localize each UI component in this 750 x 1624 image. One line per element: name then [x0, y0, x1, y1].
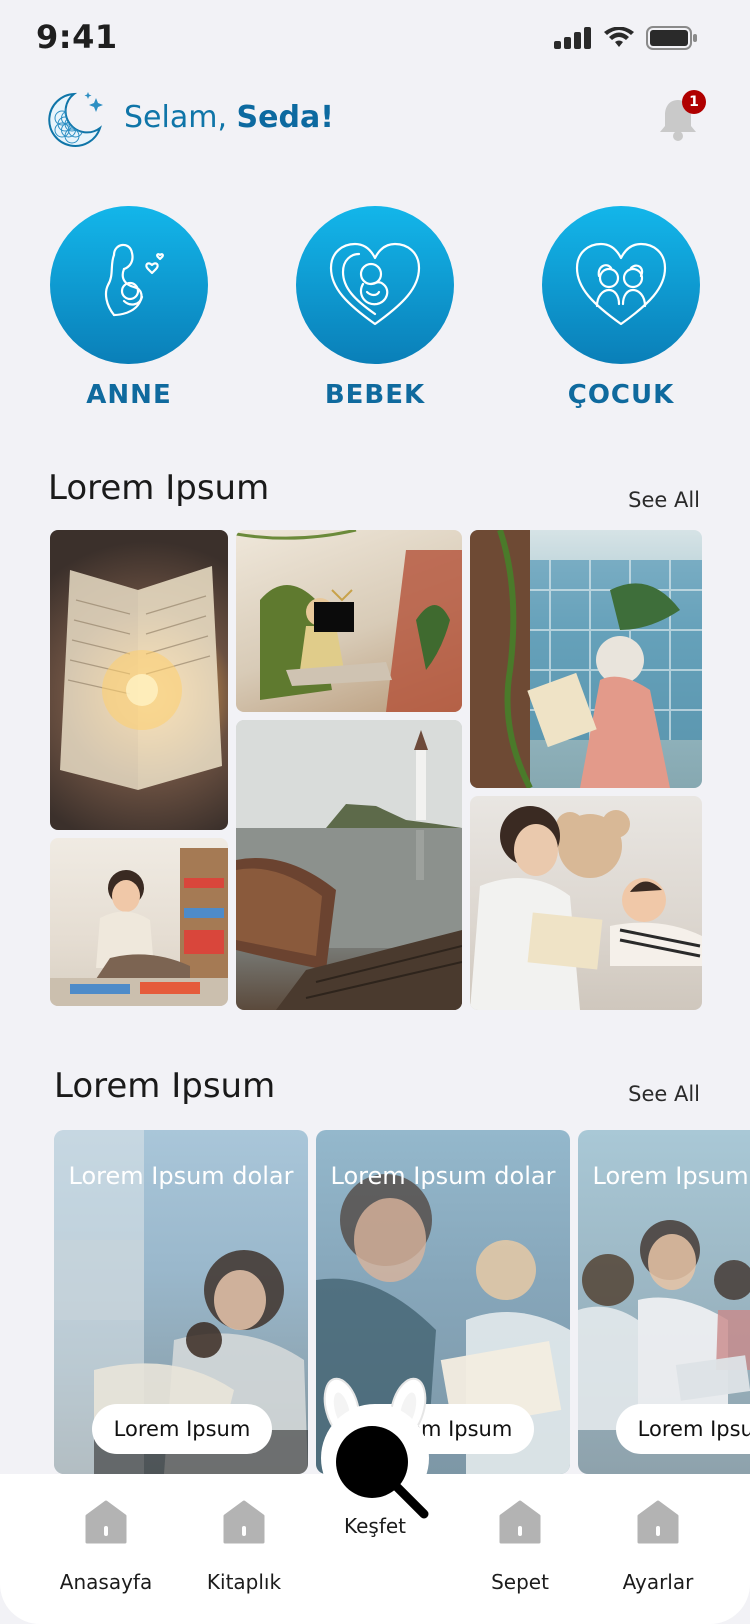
- photo-book-lights[interactable]: [50, 530, 228, 830]
- tab-label: Kitaplık: [206, 1570, 282, 1594]
- category-cocuk[interactable]: ÇOCUK: [542, 206, 700, 410]
- category-anne[interactable]: ANNE: [50, 206, 208, 410]
- photo-toddler-books[interactable]: [50, 838, 228, 1006]
- category-label: BEBEK: [324, 380, 426, 410]
- card-button[interactable]: Lorem Ipsum: [92, 1404, 272, 1454]
- tab-label: Sepet: [491, 1570, 549, 1594]
- card-caption: Lorem Ipsum dolar: [592, 1162, 750, 1190]
- photo-illustration: [470, 806, 702, 1010]
- section1-see-all-link[interactable]: See All: [628, 488, 700, 512]
- tab-kitaplik[interactable]: Kitaplık: [184, 1500, 304, 1594]
- children-heart-icon: [575, 242, 667, 326]
- tab-label: Ayarlar: [622, 1570, 694, 1594]
- photo-illustration: [470, 530, 702, 788]
- bunny-search-icon: [321, 1377, 429, 1519]
- photo-mother-son[interactable]: [470, 796, 702, 1010]
- notification-button[interactable]: 1: [658, 90, 706, 142]
- section1-title: Lorem Ipsum: [48, 468, 270, 508]
- app-screen: 9:41 Selam, Seda! 1 ANNE BEBEK ÇOCUK Lor…: [0, 0, 750, 1624]
- tab-label: Anasayfa: [59, 1570, 153, 1594]
- photo-illustration: [236, 720, 462, 1010]
- user-name: Seda!: [236, 100, 334, 135]
- baby-heart-icon: [329, 242, 421, 326]
- signal-icon: [554, 27, 591, 49]
- greeting: Selam, Seda!: [124, 100, 334, 135]
- photo-illustration: [50, 848, 228, 1006]
- story-card[interactable]: Lorem Ipsum dolar Lorem Ipsum: [578, 1130, 750, 1474]
- story-card[interactable]: Lorem Ipsum dolar Lorem Ipsum: [54, 1130, 308, 1474]
- home-icon: [637, 1500, 679, 1544]
- card-button[interactable]: Lorem Ipsum: [616, 1404, 750, 1454]
- photo-illustration: [60, 566, 222, 790]
- category-label: ANNE: [86, 380, 172, 410]
- photo-girl-laptop[interactable]: [236, 530, 462, 712]
- home-icon: [85, 1500, 127, 1544]
- section2-see-all-link[interactable]: See All: [628, 1082, 700, 1106]
- mother-baby-icon: [104, 243, 164, 317]
- card-caption: Lorem Ipsum dolar: [68, 1162, 294, 1190]
- category-circle: [542, 206, 700, 364]
- greeting-text: Selam,: [124, 100, 227, 135]
- card-caption: Lorem Ipsum dolar: [330, 1162, 556, 1190]
- tab-anasayfa[interactable]: Anasayfa: [46, 1500, 166, 1594]
- category-label: ÇOCUK: [567, 380, 675, 410]
- tab-label: Keşfet: [343, 1514, 407, 1538]
- tab-ayarlar[interactable]: Ayarlar: [598, 1500, 718, 1594]
- notification-badge: 1: [682, 90, 706, 114]
- photo-woman-reading[interactable]: [470, 530, 702, 788]
- tab-sepet[interactable]: Sepet: [460, 1500, 580, 1594]
- photo-illustration: [236, 530, 462, 712]
- status-icons: [554, 26, 698, 50]
- category-bebek[interactable]: BEBEK: [296, 206, 454, 410]
- moon-flower-icon: [48, 92, 103, 147]
- category-circle: [50, 206, 208, 364]
- category-circle: [296, 206, 454, 364]
- battery-icon: [646, 26, 697, 50]
- photo-lake-boat[interactable]: [236, 720, 462, 1010]
- section2-title: Lorem Ipsum: [54, 1066, 276, 1106]
- wifi-icon: [604, 27, 634, 47]
- status-time: 9:41: [36, 18, 118, 56]
- home-icon: [499, 1500, 541, 1544]
- home-icon: [223, 1500, 265, 1544]
- tab-kesfet-button[interactable]: Keşfet: [300, 1376, 450, 1538]
